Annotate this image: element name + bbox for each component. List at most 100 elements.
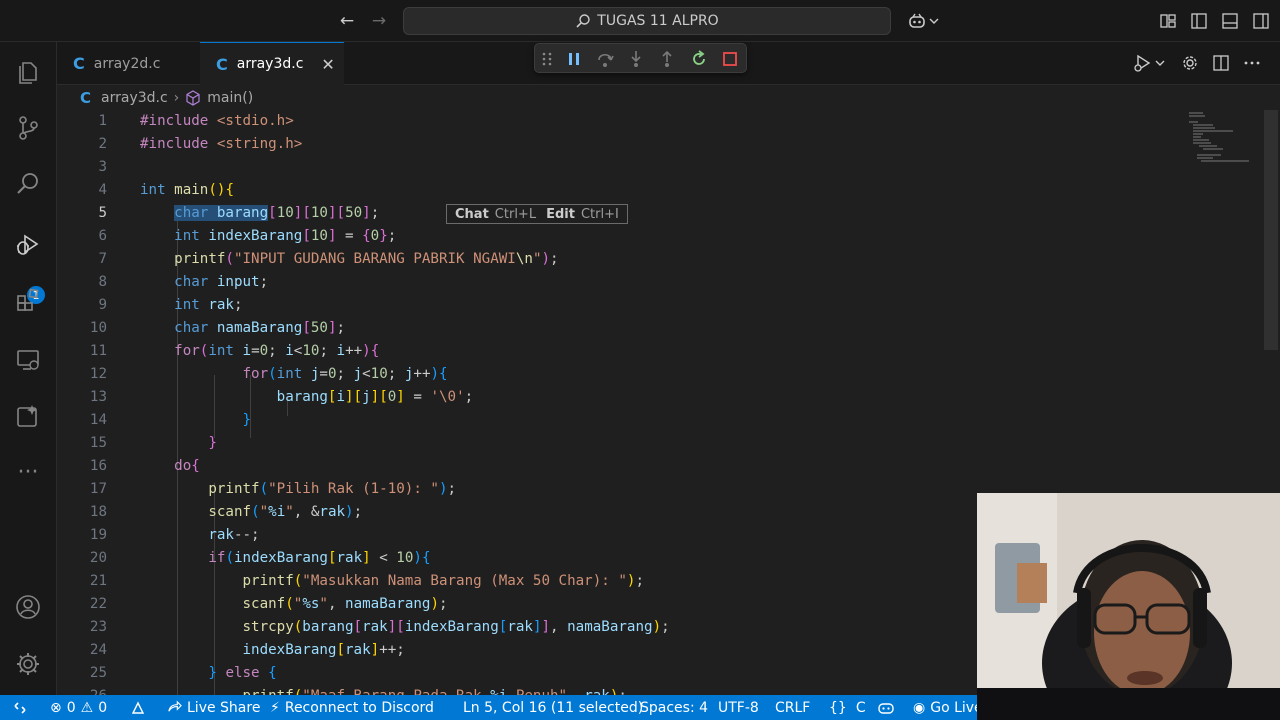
code-line: 11 for(int i=0; i<10; i++){ — [57, 340, 1280, 363]
line-number: 14 — [89, 412, 107, 428]
line-number: 25 — [89, 665, 107, 681]
back-arrow-icon[interactable]: ← — [336, 11, 358, 31]
search-icon — [576, 14, 590, 28]
more-views-icon[interactable]: ··· — [12, 456, 44, 488]
line-number: 7 — [98, 251, 107, 267]
line-number: 11 — [89, 343, 107, 359]
plug-icon: ⚡ — [270, 699, 280, 716]
code-text: int rak; — [174, 297, 243, 313]
go-live-label: Go Live — [930, 699, 983, 716]
restart-icon[interactable] — [689, 49, 709, 69]
more-actions-icon[interactable] — [1242, 53, 1262, 73]
webcam-overlay — [977, 493, 1280, 720]
cursor-position[interactable]: Ln 5, Col 16 (11 selected) — [463, 695, 643, 720]
breadcrumb-file[interactable]: array3d.c — [101, 90, 168, 106]
line-number: 24 — [89, 642, 107, 658]
line-number: 2 — [98, 136, 107, 152]
line-number: 4 — [98, 182, 107, 198]
forward-arrow-icon[interactable]: → — [368, 11, 390, 31]
code-line: 3 — [57, 156, 1280, 179]
manage-gear-icon[interactable] — [12, 648, 44, 680]
remote-indicator-icon[interactable] — [0, 695, 40, 720]
inline-chat-hint[interactable]: Chat Ctrl+L Edit Ctrl+I — [446, 204, 628, 224]
close-icon[interactable]: ✕ — [321, 55, 334, 74]
chevron-right-icon: › — [173, 90, 180, 106]
code-text: for(int j=0; j<10; j++){ — [242, 366, 448, 382]
ai-assistant-icon[interactable] — [12, 400, 44, 432]
indentation[interactable]: Spaces: 4 — [640, 695, 708, 720]
chevron-down-icon[interactable] — [928, 11, 940, 31]
code-text: for(int i=0; i<10; i++){ — [174, 343, 380, 359]
code-text: strcpy(barang[rak][indexBarang[rak]], na… — [242, 619, 670, 635]
code-text: printf("Pilih Rak (1-10): "); — [208, 481, 457, 497]
source-control-icon[interactable] — [12, 112, 44, 144]
language-mode[interactable]: {} C — [829, 695, 866, 720]
copilot-status-icon[interactable] — [877, 695, 895, 720]
line-endings[interactable]: CRLF — [775, 695, 810, 720]
step-over-icon[interactable] — [595, 49, 615, 69]
extensions-icon[interactable] — [12, 284, 44, 316]
line-number: 18 — [89, 504, 107, 520]
go-live-button[interactable]: ◉ Go Live — [913, 695, 983, 720]
settings-gear-icon[interactable] — [1180, 53, 1200, 73]
code-text: } else { — [208, 665, 277, 681]
encoding[interactable]: UTF-8 — [718, 695, 759, 720]
code-text: } — [242, 412, 252, 428]
remote-explorer-icon[interactable] — [12, 344, 44, 376]
code-text: scanf("%s", namaBarang); — [242, 596, 448, 612]
code-text: barang[i][j][0] = '\0'; — [276, 389, 474, 405]
chat-shortcut: Ctrl+L — [494, 206, 537, 222]
customize-layout-icon[interactable] — [1158, 11, 1178, 31]
discord-label: Reconnect to Discord — [284, 699, 434, 716]
discord-button[interactable]: ⚡ Reconnect to Discord — [270, 695, 434, 720]
chat-label[interactable]: Chat — [455, 207, 489, 222]
editor-scrollbar[interactable] — [1264, 110, 1278, 350]
code-text: char barang[10][10][50]; — [174, 205, 380, 221]
webcam-person-image — [977, 493, 1280, 720]
warning-icon: ⚠ — [80, 699, 94, 716]
run-options-chevron-icon[interactable] — [1154, 53, 1166, 73]
copilot-icon[interactable] — [907, 11, 927, 31]
search-icon[interactable] — [12, 168, 44, 200]
ports-icon[interactable] — [130, 695, 146, 720]
code-line: 16 do{ — [57, 455, 1280, 478]
minimap[interactable] — [1185, 110, 1263, 170]
tab-array3d[interactable]: C array3d.c ✕ — [200, 42, 344, 85]
problems-indicator[interactable]: ⊗ 0 ⚠ 0 — [50, 695, 107, 720]
line-number: 17 — [89, 481, 107, 497]
edit-label[interactable]: Edit — [546, 207, 575, 222]
step-into-icon[interactable] — [626, 49, 646, 69]
function-cube-icon — [186, 90, 200, 106]
code-text: printf("Masukkan Nama Barang (Max 50 Cha… — [242, 573, 644, 589]
line-number: 20 — [89, 550, 107, 566]
title-bar: ← → TUGAS 11 ALPRO — [0, 0, 1280, 42]
breadcrumb-symbol[interactable]: main() — [207, 90, 253, 106]
code-line: 4 int main(){ — [57, 179, 1280, 202]
toggle-panel-icon[interactable] — [1220, 11, 1240, 31]
line-number: 6 — [98, 228, 107, 244]
code-text: scanf("%i", &rak); — [208, 504, 363, 520]
tab-array2d[interactable]: C array2d.c — [57, 42, 200, 85]
pause-icon[interactable] — [564, 49, 584, 69]
line-number: 5 — [98, 205, 107, 221]
code-text: rak--; — [208, 527, 260, 543]
code-text: char namaBarang[50]; — [174, 320, 346, 336]
live-share-button[interactable]: Live Share — [167, 695, 260, 720]
split-editor-icon[interactable] — [1211, 53, 1231, 73]
toggle-primary-sidebar-icon[interactable] — [1189, 11, 1209, 31]
step-out-icon[interactable] — [657, 49, 677, 69]
explorer-icon[interactable] — [12, 56, 44, 88]
code-text: } — [208, 435, 217, 451]
command-center-search[interactable]: TUGAS 11 ALPRO — [403, 7, 891, 35]
drag-handle-icon[interactable] — [541, 49, 553, 69]
run-and-debug-icon[interactable] — [12, 228, 44, 260]
line-number: 26 — [57, 685, 107, 695]
warning-count: 0 — [98, 699, 108, 716]
line-number: 13 — [89, 389, 107, 405]
toggle-secondary-sidebar-icon[interactable] — [1251, 11, 1271, 31]
accounts-icon[interactable] — [12, 591, 44, 623]
line-number: 9 — [98, 297, 107, 313]
run-debug-icon[interactable] — [1132, 53, 1152, 73]
code-text: #include <stdio.h> — [140, 113, 294, 129]
stop-icon[interactable] — [720, 49, 740, 69]
